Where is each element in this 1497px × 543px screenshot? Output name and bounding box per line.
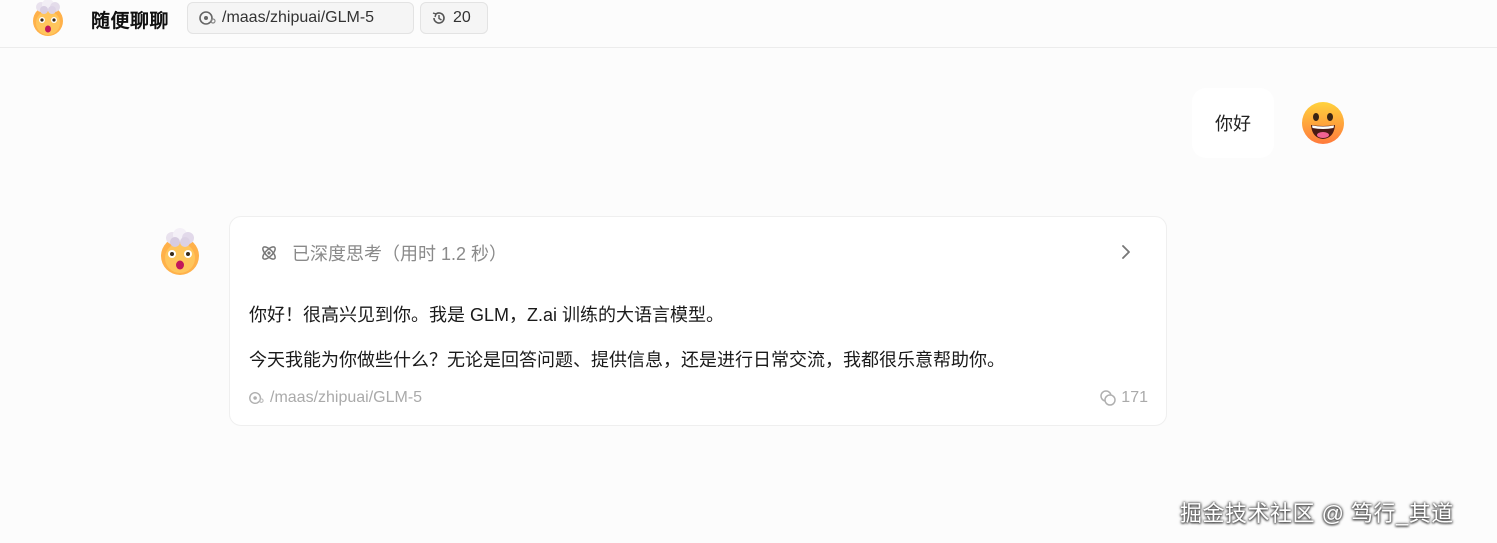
assistant-message-line: 你好！很高兴见到你。我是 GLM，Z.ai 训练的大语言模型。: [249, 305, 725, 325]
history-chip[interactable]: 20: [420, 2, 488, 34]
top-bar: 随便聊聊 /maas/zhipuai/GLM-5 20: [0, 0, 1497, 48]
assistant-message-card: 已深度思考（用时 1.2 秒） 你好！很高兴见到你。我是 GLM，Z.ai 训练…: [229, 216, 1167, 426]
model-icon: [199, 11, 216, 25]
thinking-label: 已深度思考（用时 1.2 秒）: [292, 244, 508, 264]
token-count: 171: [1121, 389, 1148, 406]
assistant-message-line: 今天我能为你做些什么？无论是回答问题、提供信息，还是进行日常交流，我都很乐意帮助…: [249, 350, 1005, 370]
coins-icon: [1100, 390, 1117, 406]
mind-blown-emoji-icon[interactable]: [156, 228, 204, 276]
history-count: 20: [453, 9, 471, 26]
model-icon: [249, 391, 264, 405]
message-model-label: /maas/zhipuai/GLM-5: [270, 389, 423, 406]
mind-blown-emoji-icon[interactable]: [28, 0, 68, 36]
thinking-toggle[interactable]: 已深度思考（用时 1.2 秒）: [258, 239, 507, 267]
user-message-bubble: 你好: [1192, 88, 1274, 158]
token-usage: 171: [1099, 389, 1148, 407]
model-chip[interactable]: /maas/zhipuai/GLM-5: [187, 2, 414, 34]
history-icon: [432, 12, 445, 24]
atom-icon: [262, 246, 276, 260]
message-model-info: /maas/zhipuai/GLM-5: [248, 389, 422, 407]
user-message-text: 你好: [1215, 114, 1251, 134]
page-title: 随便聊聊: [91, 11, 170, 32]
watermark: 掘金技术社区 @ 笃行_其道: [1180, 501, 1454, 526]
chevron-right-icon[interactable]: [1120, 244, 1132, 260]
grinning-emoji-icon[interactable]: [1300, 100, 1346, 146]
model-chip-label: /maas/zhipuai/GLM-5: [222, 9, 375, 26]
